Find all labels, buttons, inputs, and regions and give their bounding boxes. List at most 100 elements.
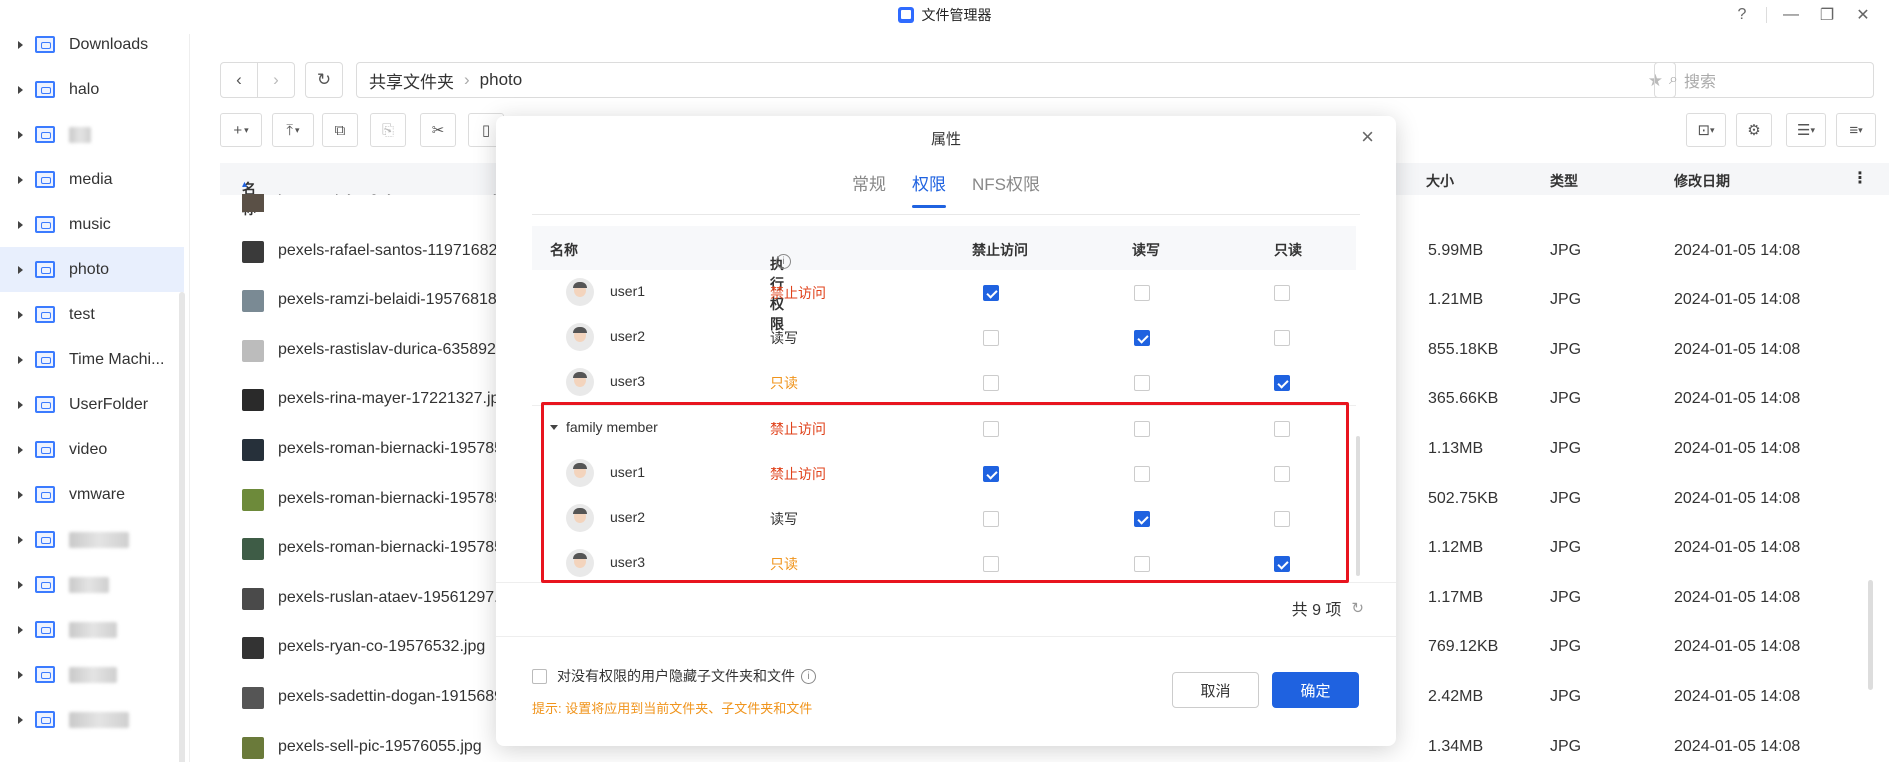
deny-access-checkbox[interactable] (983, 285, 999, 301)
read-only-checkbox[interactable] (1274, 375, 1290, 391)
sidebar-item[interactable] (0, 607, 184, 652)
read-only-checkbox[interactable] (1274, 421, 1290, 437)
read-only-checkbox[interactable] (1274, 556, 1290, 572)
column-modified[interactable]: 修改日期 (1674, 171, 1730, 191)
new-button[interactable]: + ▾ (220, 113, 262, 147)
tab-permissions[interactable]: 权限 (899, 174, 959, 208)
caret-right-icon[interactable] (18, 445, 23, 454)
info-icon[interactable]: i (776, 254, 791, 269)
read-write-checkbox[interactable] (1134, 421, 1150, 437)
read-write-checkbox[interactable] (1134, 375, 1150, 391)
read-write-checkbox[interactable] (1134, 556, 1150, 572)
close-icon[interactable]: ✕ (1845, 2, 1881, 28)
hide-subfolders-label: 对没有权限的用户隐藏子文件夹和文件 (557, 668, 795, 684)
deny-access-checkbox[interactable] (983, 556, 999, 572)
sidebar-item[interactable]: halo (0, 67, 184, 112)
settings-button[interactable]: ⚙ (1736, 113, 1772, 147)
group-row[interactable]: family member 禁止访问 (532, 406, 1356, 451)
caret-right-icon[interactable] (18, 625, 23, 634)
scrollbar[interactable] (1868, 580, 1873, 690)
caret-right-icon[interactable] (18, 490, 23, 499)
caret-right-icon[interactable] (18, 220, 23, 229)
forward-button[interactable]: › (257, 62, 295, 98)
sidebar-item[interactable] (0, 517, 184, 562)
refresh-button[interactable]: ↻ (305, 62, 343, 98)
cancel-button[interactable]: 取消 (1172, 672, 1259, 708)
info-icon[interactable]: i (801, 668, 816, 684)
sidebar-item[interactable] (0, 652, 184, 697)
read-write-checkbox[interactable] (1134, 466, 1150, 482)
tab-general[interactable]: 常规 (839, 174, 899, 208)
read-write-checkbox[interactable] (1134, 285, 1150, 301)
minimize-icon[interactable]: — (1773, 2, 1809, 28)
close-icon[interactable]: × (1361, 124, 1374, 150)
sidebar-item[interactable]: video (0, 427, 184, 472)
caret-right-icon[interactable] (18, 85, 23, 94)
sidebar-item[interactable] (0, 112, 184, 157)
search-input[interactable]: ⌕ 搜索 (1654, 62, 1874, 98)
back-button[interactable]: ‹ (220, 62, 258, 98)
restore-icon[interactable]: ❐ (1809, 2, 1845, 28)
deny-access-checkbox[interactable] (983, 421, 999, 437)
column-type[interactable]: 类型 (1550, 171, 1578, 191)
caret-right-icon[interactable] (18, 670, 23, 679)
file-date: 2024-01-05 14:08 (1674, 638, 1801, 656)
briefcase-button[interactable]: ⊡ ▾ (1686, 113, 1726, 147)
caret-right-icon[interactable] (18, 175, 23, 184)
deny-access-checkbox[interactable] (983, 330, 999, 346)
sidebar-item[interactable]: UserFolder (0, 382, 184, 427)
breadcrumb-item[interactable]: photo (480, 70, 523, 90)
sidebar-item[interactable]: Downloads (0, 22, 184, 67)
ok-button[interactable]: 确定 (1272, 672, 1359, 708)
sidebar-item[interactable] (0, 562, 184, 607)
file-name: pexels-ruslan-ataev-19561297. (278, 588, 499, 606)
caret-right-icon[interactable] (18, 265, 23, 274)
avatar (566, 323, 594, 351)
read-only-checkbox[interactable] (1274, 330, 1290, 346)
refresh-icon[interactable]: ↻ (1351, 599, 1364, 617)
caret-right-icon[interactable] (18, 355, 23, 364)
cut-button[interactable]: ✂ (420, 113, 456, 147)
read-write-checkbox[interactable] (1134, 511, 1150, 527)
sidebar-item[interactable] (0, 697, 184, 742)
caret-right-icon[interactable] (18, 310, 23, 319)
scrollbar[interactable] (179, 292, 185, 762)
column-menu-icon[interactable]: ⋮ (1852, 168, 1868, 188)
upload-button[interactable]: ⤒ ▾ (272, 113, 314, 147)
deny-access-checkbox[interactable] (983, 466, 999, 482)
caret-down-icon[interactable] (550, 425, 558, 430)
header-ro: 只读 (1274, 242, 1302, 258)
caret-right-icon[interactable] (18, 535, 23, 544)
sidebar-item[interactable]: Time Machi... (0, 337, 184, 382)
view-mode-button[interactable]: ☰ ▾ (1786, 113, 1826, 147)
sidebar-item[interactable]: vmware (0, 472, 184, 517)
sidebar-item[interactable]: test (0, 292, 184, 337)
sidebar-item[interactable]: photo (0, 247, 184, 292)
breadcrumb-item[interactable]: 共享文件夹 (369, 68, 454, 93)
read-write-checkbox[interactable] (1134, 330, 1150, 346)
hide-subfolders-option[interactable]: 对没有权限的用户隐藏子文件夹和文件 i (532, 666, 816, 686)
sidebar-item[interactable]: media (0, 157, 184, 202)
image-thumbnail (242, 637, 264, 660)
tab-nfs-permissions[interactable]: NFS权限 (959, 174, 1053, 208)
file-size: 365.66KB (1428, 390, 1499, 408)
read-only-checkbox[interactable] (1274, 511, 1290, 527)
breadcrumb[interactable]: 共享文件夹 › photo ★ (356, 62, 1676, 98)
scrollbar[interactable] (1356, 436, 1360, 576)
caret-right-icon[interactable] (18, 400, 23, 409)
paste-button[interactable]: ⎘ (370, 113, 406, 147)
caret-right-icon[interactable] (18, 130, 23, 139)
caret-right-icon[interactable] (18, 40, 23, 49)
hide-subfolders-checkbox[interactable] (532, 668, 547, 684)
help-icon[interactable]: ? (1724, 2, 1760, 28)
copy-button[interactable]: ⧉ (322, 113, 358, 147)
sort-button[interactable]: ≡ ▾ (1836, 113, 1876, 147)
column-size[interactable]: 大小 (1426, 171, 1454, 191)
caret-right-icon[interactable] (18, 715, 23, 724)
caret-right-icon[interactable] (18, 580, 23, 589)
read-only-checkbox[interactable] (1274, 466, 1290, 482)
read-only-checkbox[interactable] (1274, 285, 1290, 301)
deny-access-checkbox[interactable] (983, 375, 999, 391)
sidebar-item[interactable]: music (0, 202, 184, 247)
deny-access-checkbox[interactable] (983, 511, 999, 527)
